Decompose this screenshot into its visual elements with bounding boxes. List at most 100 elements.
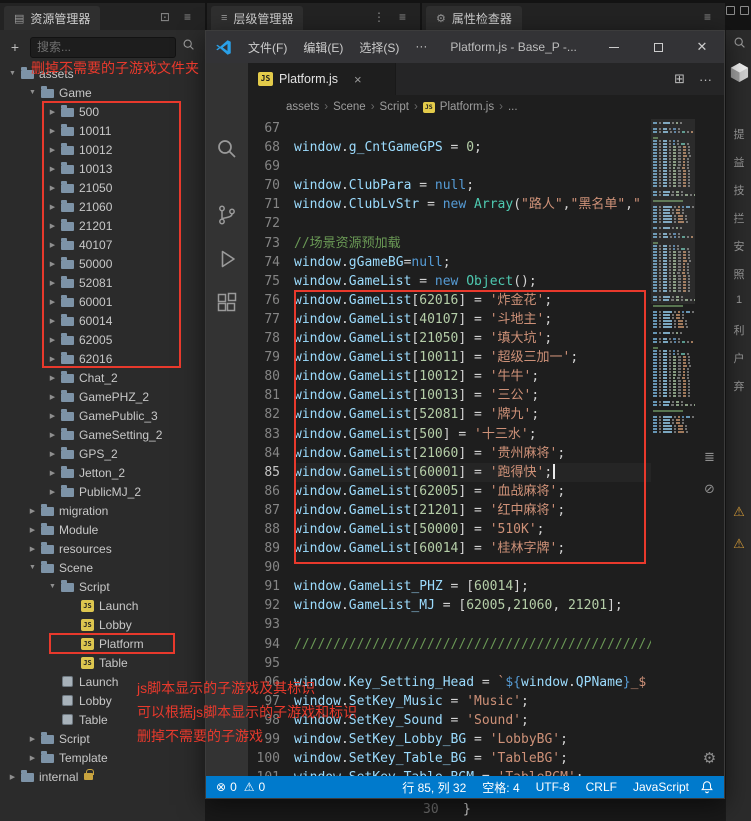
tree-item-table[interactable]: JSTable (0, 653, 205, 672)
tree-item-62016[interactable]: ▶62016 (0, 349, 205, 368)
asset-search-box[interactable] (30, 37, 176, 58)
code-line-72[interactable] (294, 214, 651, 233)
add-asset-button[interactable]: + (6, 39, 24, 55)
tree-item-500[interactable]: ▶500 (0, 102, 205, 121)
tree-item-10013[interactable]: ▶10013 (0, 159, 205, 178)
expand-arrow-icon[interactable]: ▶ (6, 773, 19, 781)
expand-arrow-icon[interactable]: ▶ (46, 393, 59, 401)
code-line-74[interactable]: window.gGameBG=null; (294, 253, 651, 272)
code-line-100[interactable]: window.SetKey_Table_BG = 'TableBG'; (294, 749, 651, 768)
tab-close-icon[interactable]: × (354, 72, 362, 87)
tree-item-scene[interactable]: ▼Scene (0, 558, 205, 577)
tree-item-chat_2[interactable]: ▶Chat_2 (0, 368, 205, 387)
search-activity-icon[interactable] (206, 129, 248, 169)
warning-icon[interactable]: ⚠ (726, 536, 751, 552)
expand-arrow-icon[interactable]: ▶ (46, 184, 59, 192)
status-item[interactable]: CRLF (586, 780, 617, 794)
breadcrumb-item[interactable]: Scene (333, 101, 366, 113)
panel-menu-icon[interactable]: ≡ (399, 10, 406, 24)
breadcrumb-item[interactable]: ... (508, 101, 518, 113)
close-button[interactable]: ✕ (680, 31, 724, 63)
menu-文件(F)[interactable]: 文件(F) (240, 39, 295, 56)
code-line-85[interactable]: window.GameList[60001] = '跑得快'; (294, 463, 651, 482)
expand-arrow-icon[interactable]: ▶ (46, 355, 59, 363)
breadcrumb-item[interactable]: assets (286, 101, 319, 113)
tree-item-60001[interactable]: ▶60001 (0, 292, 205, 311)
window-layout-icon[interactable] (726, 6, 735, 15)
maximize-button[interactable] (636, 31, 680, 63)
tree-item-50000[interactable]: ▶50000 (0, 254, 205, 273)
split-editor-icon[interactable]: ⊞ (674, 71, 685, 87)
status-item[interactable]: UTF-8 (536, 780, 570, 794)
code-line-92[interactable]: window.GameList_MJ = [62005,21060, 21201… (294, 596, 651, 615)
collapse-arrow-icon[interactable]: ▼ (26, 564, 39, 571)
problems-warnings[interactable]: ⚠ 0 (244, 780, 265, 794)
extensions-icon[interactable] (206, 283, 248, 323)
code-line-79[interactable]: window.GameList[10011] = '超级三加一'; (294, 348, 651, 367)
code-line-83[interactable]: window.GameList[500] = '十三水'; (294, 425, 651, 444)
tree-item-internal[interactable]: ▶internal (0, 767, 205, 786)
code-line-69[interactable] (294, 157, 651, 176)
blocked-icon[interactable]: ⊘ (695, 481, 724, 497)
expand-arrow-icon[interactable]: ▶ (26, 545, 39, 553)
tree-item-module[interactable]: ▶Module (0, 520, 205, 539)
tree-item-template[interactable]: ▶Template (0, 748, 205, 767)
code-line-80[interactable]: window.GameList[10012] = '牛牛'; (294, 367, 651, 386)
menu-选择(S)[interactable]: 选择(S) (351, 39, 407, 56)
panel-menu-icon[interactable]: ≡ (704, 10, 711, 24)
breadcrumb-item[interactable]: Platform.js (440, 101, 494, 113)
code-line-90[interactable] (294, 558, 651, 577)
code-line-87[interactable]: window.GameList[21201] = '红中麻将'; (294, 501, 651, 520)
code-line-89[interactable]: window.GameList[60014] = '桂林字牌'; (294, 539, 651, 558)
tree-item-platform[interactable]: JSPlatform (0, 634, 205, 653)
tree-item-resources[interactable]: ▶resources (0, 539, 205, 558)
tree-item-52081[interactable]: ▶52081 (0, 273, 205, 292)
expand-arrow-icon[interactable]: ▶ (46, 222, 59, 230)
minimap-slider[interactable] (651, 119, 695, 304)
expand-arrow-icon[interactable]: ▶ (26, 507, 39, 515)
tree-item-10012[interactable]: ▶10012 (0, 140, 205, 159)
expand-arrow-icon[interactable]: ▶ (46, 279, 59, 287)
code-line-88[interactable]: window.GameList[50000] = '510K'; (294, 520, 651, 539)
tree-item-gps_2[interactable]: ▶GPS_2 (0, 444, 205, 463)
tab-platform-js[interactable]: JS Platform.js × (248, 63, 396, 95)
expand-arrow-icon[interactable]: ▶ (46, 374, 59, 382)
tree-item-40107[interactable]: ▶40107 (0, 235, 205, 254)
code-line-95[interactable] (294, 654, 651, 673)
breadcrumb-item[interactable]: Script (380, 101, 409, 113)
tree-item-gamephz_2[interactable]: ▶GamePHZ_2 (0, 387, 205, 406)
run-debug-icon[interactable] (206, 239, 248, 279)
expand-arrow-icon[interactable]: ▶ (46, 412, 59, 420)
tree-item-62005[interactable]: ▶62005 (0, 330, 205, 349)
panel-menu-icon[interactable]: ≡ (184, 10, 191, 24)
tab-inspector-panel[interactable]: ⚙ 属性检查器 (426, 6, 522, 30)
expand-arrow-icon[interactable]: ▶ (46, 469, 59, 477)
expand-arrow-icon[interactable]: ▶ (46, 431, 59, 439)
tab-assets-panel[interactable]: ▤ 资源管理器 (4, 6, 100, 30)
expand-arrow-icon[interactable]: ▶ (46, 127, 59, 135)
collapse-arrow-icon[interactable]: ▼ (46, 583, 59, 590)
panel-grid-icon[interactable]: ⊡ (160, 10, 170, 24)
code-line-67[interactable] (294, 119, 651, 138)
code-line-84[interactable]: window.GameList[21060] = '贵州麻将'; (294, 444, 651, 463)
expand-arrow-icon[interactable]: ▶ (46, 108, 59, 116)
code-line-82[interactable]: window.GameList[52081] = '牌九'; (294, 405, 651, 424)
expand-arrow-icon[interactable]: ▶ (26, 735, 39, 743)
tree-item-21050[interactable]: ▶21050 (0, 178, 205, 197)
code-line-77[interactable]: window.GameList[40107] = '斗地主'; (294, 310, 651, 329)
collapse-arrow-icon[interactable]: ▼ (6, 70, 19, 77)
minimize-button[interactable] (592, 31, 636, 63)
code-line-86[interactable]: window.GameList[62005] = '血战麻将'; (294, 482, 651, 501)
expand-arrow-icon[interactable]: ▶ (46, 336, 59, 344)
expand-arrow-icon[interactable]: ▶ (46, 450, 59, 458)
expand-arrow-icon[interactable]: ▶ (46, 165, 59, 173)
tree-item-launch[interactable]: JSLaunch (0, 596, 205, 615)
bell-icon[interactable] (700, 780, 714, 794)
tree-item-jetton_2[interactable]: ▶Jetton_2 (0, 463, 205, 482)
code-line-94[interactable]: ////////////////////////////////////////… (294, 635, 651, 654)
expand-arrow-icon[interactable]: ▶ (26, 754, 39, 762)
tree-item-migration[interactable]: ▶migration (0, 501, 205, 520)
status-item[interactable]: JavaScript (633, 780, 689, 794)
tree-item-gamesetting_2[interactable]: ▶GameSetting_2 (0, 425, 205, 444)
tree-item-21201[interactable]: ▶21201 (0, 216, 205, 235)
